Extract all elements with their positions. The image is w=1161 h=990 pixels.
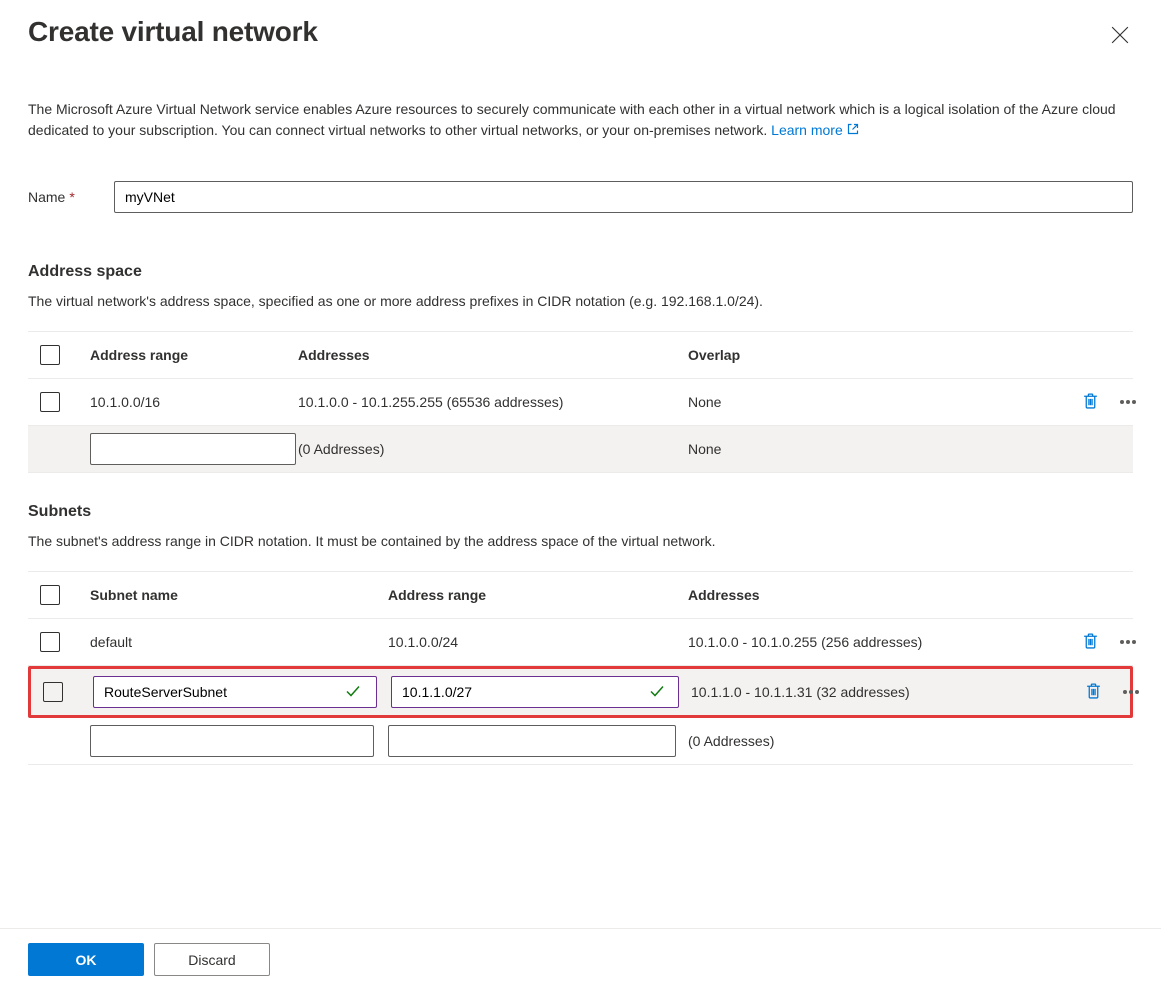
trash-icon [1082, 632, 1099, 652]
address-row-new: (0 Addresses) None [28, 426, 1133, 473]
trash-icon [1085, 682, 1102, 702]
col-overlap: Overlap [688, 347, 1068, 363]
subnets-table: Subnet name Address range Addresses defa… [28, 571, 1133, 765]
col-subnet-name: Subnet name [90, 587, 178, 603]
learn-more-text: Learn more [771, 120, 843, 141]
subnet-name-value: default [90, 634, 132, 650]
more-button[interactable] [1113, 400, 1143, 404]
more-button[interactable] [1113, 640, 1143, 644]
name-field-row: Name* [28, 181, 1133, 213]
overlap-value: None [688, 394, 1068, 410]
addresses-value: (0 Addresses) [298, 441, 688, 457]
address-range-input[interactable] [90, 433, 296, 465]
subnets-description: The subnet's address range in CIDR notat… [28, 533, 1133, 549]
subnets-table-header: Subnet name Address range Addresses [28, 572, 1133, 619]
overlap-value: None [688, 441, 1068, 457]
address-space-table: Address range Addresses Overlap 10.1.0.0… [28, 331, 1133, 473]
col-address-range: Address range [90, 347, 188, 363]
row-checkbox[interactable] [40, 632, 60, 652]
ok-button[interactable]: OK [28, 943, 144, 976]
trash-icon [1082, 392, 1099, 412]
row-checkbox[interactable] [40, 392, 60, 412]
address-space-heading: Address space [28, 263, 1133, 281]
panel-description: The Microsoft Azure Virtual Network serv… [28, 99, 1128, 141]
col-addresses: Addresses [688, 587, 1068, 603]
subnets-heading: Subnets [28, 503, 1133, 521]
name-input[interactable] [114, 181, 1133, 213]
panel-header: Create virtual network [28, 16, 1133, 51]
subnet-row: default 10.1.0.0/24 10.1.0.0 - 10.1.0.25… [28, 619, 1133, 666]
create-vnet-panel: Create virtual network The Microsoft Azu… [0, 0, 1161, 765]
select-all-checkbox[interactable] [40, 345, 60, 365]
subnet-name-input[interactable] [93, 676, 377, 708]
subnet-row-new: (0 Addresses) [28, 718, 1133, 765]
subnet-range-value: 10.1.0.0/24 [388, 634, 688, 650]
subnet-range-input[interactable] [391, 676, 679, 708]
col-addresses: Addresses [298, 347, 688, 363]
checkmark-icon [345, 683, 361, 702]
discard-button[interactable]: Discard [154, 943, 270, 976]
row-checkbox[interactable] [43, 682, 63, 702]
select-all-checkbox[interactable] [40, 585, 60, 605]
subnet-addresses-value: 10.1.1.0 - 10.1.1.31 (32 addresses) [691, 684, 1071, 700]
address-range-value: 10.1.0.0/16 [90, 394, 160, 410]
more-icon [1120, 640, 1136, 644]
close-icon [1111, 31, 1129, 47]
name-label: Name* [28, 189, 114, 205]
more-icon [1123, 690, 1139, 694]
delete-button[interactable] [1068, 392, 1113, 412]
close-button[interactable] [1107, 22, 1133, 51]
address-space-description: The virtual network's address space, spe… [28, 293, 1133, 309]
subnet-addresses-value: (0 Addresses) [688, 733, 1068, 749]
learn-more-link[interactable]: Learn more [771, 120, 859, 141]
checkmark-icon [649, 683, 665, 702]
footer-bar: OK Discard [0, 928, 1161, 990]
address-table-header: Address range Addresses Overlap [28, 332, 1133, 379]
address-row: 10.1.0.0/16 10.1.0.0 - 10.1.255.255 (655… [28, 379, 1133, 426]
subnet-name-input[interactable] [90, 725, 374, 757]
page-title: Create virtual network [28, 16, 318, 48]
addresses-value: 10.1.0.0 - 10.1.255.255 (65536 addresses… [298, 394, 688, 410]
required-indicator: * [69, 189, 74, 205]
subnet-range-input[interactable] [388, 725, 676, 757]
subnet-row-highlighted: 10.1.1.0 - 10.1.1.31 (32 addresses) [28, 666, 1133, 718]
delete-button[interactable] [1068, 632, 1113, 652]
description-text: The Microsoft Azure Virtual Network serv… [28, 101, 1116, 138]
delete-button[interactable] [1071, 682, 1116, 702]
external-link-icon [847, 120, 859, 141]
more-button[interactable] [1116, 690, 1146, 694]
col-address-range: Address range [388, 587, 688, 603]
more-icon [1120, 400, 1136, 404]
subnet-addresses-value: 10.1.0.0 - 10.1.0.255 (256 addresses) [688, 634, 1068, 650]
